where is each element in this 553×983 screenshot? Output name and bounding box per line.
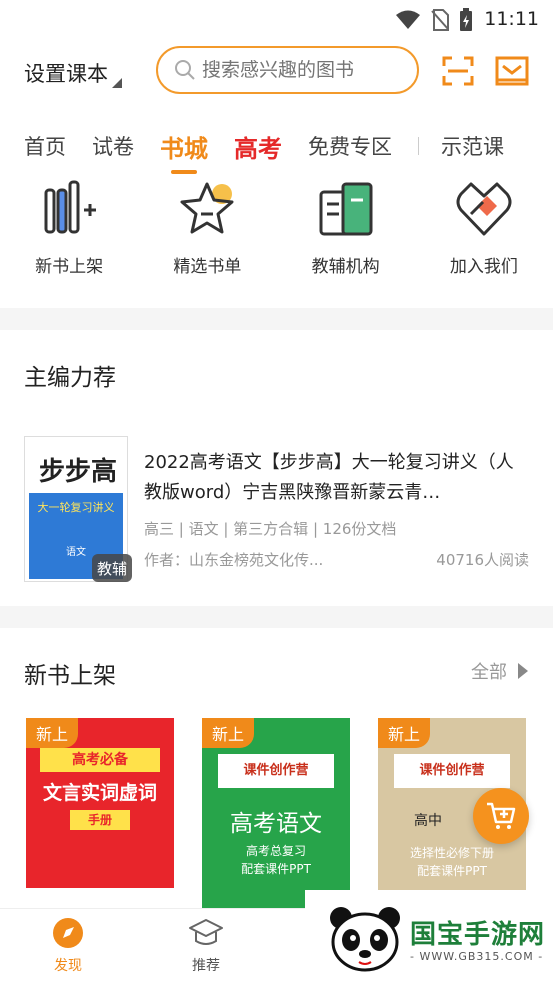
new-book-3-line2: 选择性必修下册 <box>409 846 494 860</box>
panda-logo-icon <box>330 907 400 972</box>
recommend-title: 主编力荐 <box>24 365 116 391</box>
textbook-setting-label: 设置课本 <box>24 62 108 86</box>
graduation-cap-icon <box>189 919 223 945</box>
new-book-2[interactable]: 新上 课件创作营 高考语文 高考总复习 配套课件PPT <box>202 718 350 908</box>
quick-star-list-label: 精选书单 <box>173 257 242 277</box>
tab-home[interactable]: 首页 <box>24 131 66 161</box>
new-book-1-line1: 高考必备 <box>40 748 160 772</box>
new-book-2-brand: 课件创作营 <box>218 754 334 788</box>
book-author: 作者：山东金榜苑文化传... <box>144 551 324 569</box>
join-us-icon <box>456 182 512 236</box>
tab-divider <box>418 137 419 155</box>
search-input[interactable] <box>202 59 402 81</box>
search-icon <box>175 60 195 80</box>
cover-brand: 步步高 <box>39 457 118 487</box>
chevron-right-icon <box>518 663 528 679</box>
no-sim-icon <box>431 9 449 31</box>
tab-papers[interactable]: 试卷 <box>92 131 134 161</box>
tab-bookstore[interactable]: 书城 <box>160 129 208 164</box>
nav-recommend[interactable]: 推荐 <box>166 917 246 975</box>
quick-new-books[interactable]: 新书上架 <box>9 178 129 288</box>
cover-tag: 教辅 <box>92 554 132 582</box>
cart-button[interactable] <box>473 788 529 844</box>
category-tabs: 首页 试卷 书城 高考 免费专区 示范课 <box>24 122 534 170</box>
battery-icon <box>460 8 472 31</box>
add-to-cart-icon <box>487 802 516 829</box>
watermark-text: 国宝手游网 <box>410 920 546 950</box>
new-book-1-line3: 手册 <box>70 810 130 830</box>
new-book-3-line3: 配套课件PPT <box>417 864 487 878</box>
quick-join-us[interactable]: 加入我们 <box>424 178 544 288</box>
quick-institution[interactable]: 教辅机构 <box>286 178 406 288</box>
wifi-icon <box>396 10 420 29</box>
new-books-section: 新书上架 全部 新上 高考必备 文言实词虚词 手册 新上 课件创作营 高考语文 … <box>0 628 553 908</box>
new-book-2-line3: 配套课件PPT <box>241 862 311 876</box>
tab-gaokao[interactable]: 高考 <box>234 129 282 164</box>
quick-star-list[interactable]: 精选书单 <box>147 178 267 288</box>
book-title[interactable]: 2022高考语文【步步高】大一轮复习讲义（人教版word）宁吉黑陕豫晋新蒙云青… <box>144 448 529 508</box>
textbook-setting-button[interactable]: 设置课本 <box>24 58 122 88</box>
quick-links: 新书上架 精选书单 教辅机构 加入我们 <box>0 178 553 288</box>
quick-new-books-label: 新书上架 <box>35 257 104 277</box>
quick-join-us-label: 加入我们 <box>449 257 518 277</box>
new-book-2-line2: 高考总复习 <box>245 844 306 858</box>
new-book-3-line1: 高中 <box>414 813 442 829</box>
nav-discover-label: 发现 <box>54 958 82 974</box>
message-icon[interactable] <box>495 56 529 86</box>
status-icons <box>395 8 473 32</box>
tab-demo-lessons[interactable]: 示范课 <box>441 131 504 161</box>
new-book-1[interactable]: 新上 高考必备 文言实词虚词 手册 <box>26 718 174 908</box>
nav-recommend-label: 推荐 <box>192 958 220 974</box>
header: 设置课本 首页 试卷 书城 高考 免费专区 示范课 新书上 <box>0 38 553 308</box>
quick-institution-label: 教辅机构 <box>311 257 380 277</box>
institution-icon <box>319 182 373 236</box>
new-books-icon <box>44 180 97 234</box>
new-badge: 新上 <box>202 718 254 748</box>
watermark: 国宝手游网 - WWW.GB315.COM - <box>305 890 553 983</box>
new-badge: 新上 <box>378 718 430 748</box>
star-list-icon <box>180 182 234 234</box>
discover-icon <box>53 918 83 948</box>
new-book-2-line1: 高考语文 <box>230 811 322 837</box>
nav-discover[interactable]: 发现 <box>28 917 108 975</box>
status-bar: 11:11 <box>0 0 553 38</box>
new-books-title: 新书上架 <box>24 663 116 689</box>
cover-title: 大一轮复习讲义 <box>37 501 115 514</box>
watermark-url: - WWW.GB315.COM - <box>410 950 544 963</box>
status-time: 11:11 <box>484 8 539 30</box>
scan-icon[interactable] <box>442 56 474 86</box>
new-badge: 新上 <box>26 718 78 748</box>
see-all-label: 全部 <box>471 662 507 683</box>
new-book-1-footer <box>26 888 174 908</box>
book-meta: 高三 | 语文 | 第三方合辑 | 126份文档 <box>144 520 397 538</box>
new-book-3-brand: 课件创作营 <box>394 754 510 788</box>
dropdown-triangle-icon <box>112 78 122 88</box>
book-read-count: 40716人阅读 <box>436 551 529 569</box>
tab-free-zone[interactable]: 免费专区 <box>308 131 392 161</box>
recommend-section: 主编力荐 步步高 大一轮复习讲义 语文 教辅 2022高考语文【步步高】大一轮复… <box>0 330 553 606</box>
search-box[interactable] <box>156 46 419 94</box>
new-book-1-line2: 文言实词虚词 <box>42 782 157 804</box>
see-all-button[interactable]: 全部 <box>471 658 529 684</box>
